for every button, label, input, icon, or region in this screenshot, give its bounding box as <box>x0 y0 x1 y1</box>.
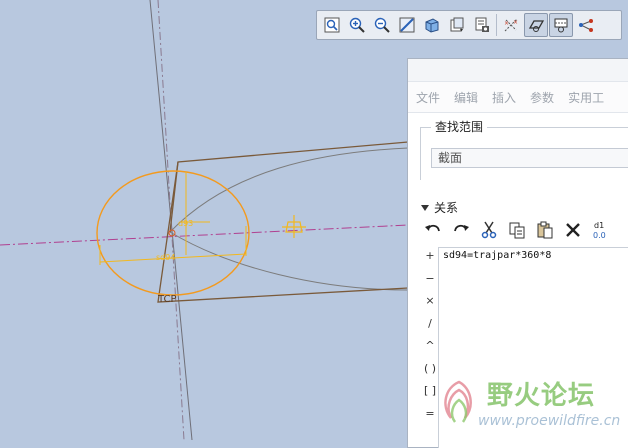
tcp-label: TCP <box>157 294 177 305</box>
scope-title: 查找范围 <box>431 118 488 135</box>
rotation-symbol <box>282 215 306 238</box>
operator-column: + − × / ^ ( ) [ ] = <box>422 245 438 425</box>
section-edge <box>169 161 179 233</box>
watermark-name: 野火论坛 <box>487 381 596 411</box>
collapse-triangle-icon[interactable] <box>420 203 430 213</box>
zoom-in-icon[interactable] <box>345 13 369 37</box>
toolbar-separator <box>496 14 497 36</box>
dialog-title-bar[interactable] <box>408 59 628 82</box>
svg-text:d1: d1 <box>594 221 604 230</box>
zoom-fit-icon[interactable] <box>320 13 344 37</box>
operator-parens-button[interactable]: ( ) <box>424 358 436 381</box>
dimension-label[interactable]: sd94 <box>156 253 175 262</box>
number-format-icon[interactable]: d1 0.0 <box>590 219 612 241</box>
operator-multiply-button[interactable]: × <box>425 290 434 313</box>
cut-icon[interactable] <box>478 219 500 241</box>
operator-power-button[interactable]: ^ <box>425 335 434 358</box>
operator-minus-button[interactable]: − <box>425 268 434 291</box>
operator-divide-button[interactable]: / <box>428 313 432 336</box>
relation-line: sd94=trajpar*360*8 <box>443 250 552 261</box>
svg-text:×: × <box>504 20 509 27</box>
dimension-label[interactable]: d93 <box>178 219 193 228</box>
relations-section-header[interactable]: 关系 <box>420 199 458 216</box>
lookup-scope-group: 查找范围 截面 <box>420 118 628 180</box>
operator-plus-button[interactable]: + <box>425 245 434 268</box>
relations-toolbar: d1 0.0 <box>422 219 612 241</box>
zoom-out-icon[interactable] <box>370 13 394 37</box>
paste-icon[interactable] <box>534 219 556 241</box>
copy-icon[interactable] <box>506 219 528 241</box>
watermark-url: www.proewildfire.cn <box>478 413 621 429</box>
delete-icon[interactable] <box>562 219 584 241</box>
operator-brackets-button[interactable]: [ ] <box>424 380 436 403</box>
point-display-icon[interactable] <box>574 13 598 37</box>
redo-icon[interactable] <box>450 219 472 241</box>
menu-edit[interactable]: 编辑 <box>454 89 478 106</box>
section-ellipse[interactable] <box>96 170 250 296</box>
trajectory-curve <box>169 147 409 233</box>
undo-icon[interactable] <box>422 219 444 241</box>
shaded-view-icon[interactable] <box>420 13 444 37</box>
plane-display-icon[interactable] <box>524 13 548 37</box>
svg-text:×: × <box>513 19 518 26</box>
view-manager-icon[interactable] <box>470 13 494 37</box>
repaint-icon[interactable] <box>395 13 419 37</box>
dialog-menubar: 文件 编辑 插入 参数 实用工 <box>408 82 628 113</box>
menu-insert[interactable]: 插入 <box>492 89 516 106</box>
menu-parameters[interactable]: 参数 <box>530 89 554 106</box>
scope-select[interactable]: 截面 <box>431 148 628 168</box>
view-toolbar: × × <box>316 10 622 40</box>
svg-text:0.0: 0.0 <box>593 231 606 240</box>
menu-file[interactable]: 文件 <box>416 89 440 106</box>
axis-display-icon[interactable] <box>549 13 573 37</box>
operator-equals-button[interactable]: = <box>425 403 434 426</box>
saved-views-icon[interactable] <box>445 13 469 37</box>
relations-label: 关系 <box>434 201 459 215</box>
datum-display-icon[interactable]: × × <box>499 13 523 37</box>
trajectory-curve <box>169 231 409 291</box>
forum-logo-icon <box>444 380 472 423</box>
centerline <box>0 224 409 246</box>
menu-utilities[interactable]: 实用工 <box>568 89 604 106</box>
